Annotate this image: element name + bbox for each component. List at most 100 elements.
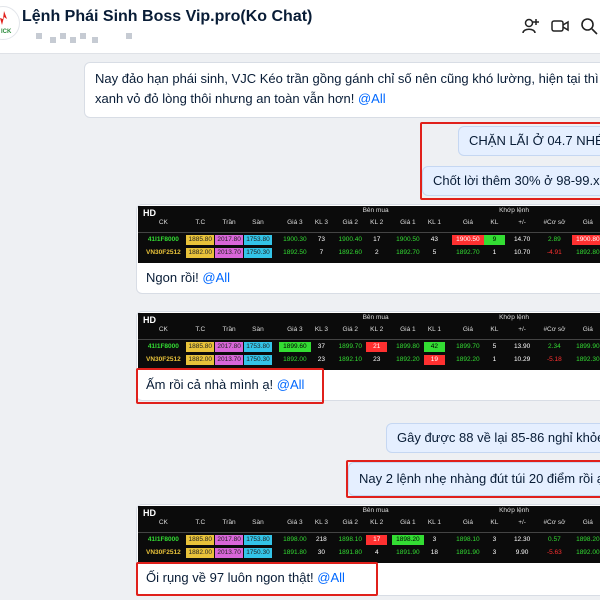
board-cell-gia: 1892.20 bbox=[456, 356, 480, 363]
mention-link[interactable]: @All bbox=[358, 91, 386, 106]
board-cell-tc: 1882.00 bbox=[186, 248, 215, 258]
add-member-icon[interactable] bbox=[521, 16, 541, 36]
price-board[interactable]: HD Bên mua Khớp lệnh CK T.C Trần Sàn Giá 3 KL 3 G… bbox=[138, 206, 600, 263]
board-cell-gia: 1900.50 bbox=[451, 235, 485, 245]
board-cell-kl2: 2 bbox=[374, 249, 379, 256]
board-cell-tran: 2013.70 bbox=[215, 355, 243, 365]
price-board[interactable]: HD Bên mua Khớp lệnh CK T.C Trần Sàn Giá 3 KL 3 G… bbox=[138, 506, 600, 563]
board-cell-gia: 1892.70 bbox=[456, 249, 480, 256]
chat-title[interactable]: Lệnh Phái Sinh Boss Vip.pro(Ko Chat) bbox=[22, 8, 312, 26]
board-col-header: T.C bbox=[195, 326, 206, 333]
board-cell-kl2: 17 bbox=[366, 535, 388, 545]
price-board[interactable]: HD Bên mua Khớp lệnh CK T.C Trần Sàn Giá 3 KL 3 G… bbox=[138, 313, 600, 370]
board-cell-gia: 1891.90 bbox=[456, 549, 480, 556]
board-group-match: Khớp lệnh bbox=[499, 207, 529, 214]
board-cell-gia2: 1892.10 bbox=[338, 356, 362, 363]
board-cell-pm: 10.29 bbox=[513, 356, 531, 363]
board-cell-kl1: 3 bbox=[432, 536, 437, 543]
board-cell-tc: 1885.80 bbox=[186, 535, 215, 545]
message-text: xanh vỏ đỏ lòng thôi nhưng an toàn vẫn h… bbox=[95, 91, 358, 106]
board-cell-gia2: 1891.80 bbox=[338, 549, 362, 556]
board-cell-kl3: 7 bbox=[319, 249, 324, 256]
board-col-header: T.C bbox=[195, 519, 206, 526]
board-col-header: Giá 1 bbox=[400, 219, 416, 226]
board-col-header: KL 3 bbox=[314, 326, 328, 333]
board-cell-kl: 5 bbox=[492, 343, 497, 350]
board-col-header: Sàn bbox=[252, 219, 264, 226]
board-cell-gia3: 1900.30 bbox=[283, 236, 307, 243]
board-cell-kl1: 18 bbox=[430, 549, 439, 556]
board-cell-gia1: 1900.50 bbox=[396, 236, 420, 243]
board-cell-ck: VN30F2512 bbox=[146, 549, 181, 556]
board-cell-san: 1753.80 bbox=[244, 342, 272, 352]
board-cell-kl3: 37 bbox=[317, 343, 325, 350]
board-cell-pm: 13.90 bbox=[513, 343, 531, 350]
highlight-box bbox=[136, 562, 378, 596]
board-cell-coso: 2.34 bbox=[548, 343, 561, 350]
board-col-header: Giá bbox=[582, 519, 593, 526]
board-col-header: CK bbox=[158, 219, 168, 226]
board-col-header: Giá bbox=[462, 219, 473, 226]
board-col-header: Giá 3 bbox=[287, 326, 303, 333]
message-bubble[interactable]: Nay đảo hạn phái sinh, VJC Kéo trần gồng… bbox=[84, 62, 600, 118]
board-cell-kl1: 42 bbox=[424, 342, 445, 352]
message-text: Chốt lời thêm 30% ở 98-99.x! bbox=[433, 173, 600, 188]
board-cell-pm: 14.70 bbox=[513, 236, 531, 243]
board-cell-gia_x: 1892.80 bbox=[576, 249, 600, 256]
board-col-header: Giá bbox=[462, 519, 473, 526]
logo-icon bbox=[0, 11, 7, 25]
board-cell-kl: 3 bbox=[492, 536, 497, 543]
board-col-header: Giá 1 bbox=[400, 519, 416, 526]
message-bubble[interactable]: Gây được 88 về lại 85-86 nghỉ khỏe! @ bbox=[386, 423, 600, 453]
board-col-header: KL 3 bbox=[314, 519, 328, 526]
board-col-header: Giá 2 bbox=[342, 519, 358, 526]
board-group-match: Khớp lệnh bbox=[499, 507, 529, 514]
board-col-header: CK bbox=[158, 519, 168, 526]
board-cell-tran: 2017.80 bbox=[215, 235, 243, 245]
board-col-header: Giá 2 bbox=[342, 326, 358, 333]
board-col-header: Giá 3 bbox=[287, 219, 303, 226]
board-col-header: Giá 2 bbox=[342, 219, 358, 226]
chat-header: ICK Lệnh Phái Sinh Boss Vip.pro(Ko Chat) bbox=[0, 0, 600, 54]
board-col-header: KL 2 bbox=[370, 519, 384, 526]
search-icon[interactable] bbox=[579, 16, 599, 36]
board-cell-san: 1753.80 bbox=[244, 535, 272, 545]
board-cell-kl: 3 bbox=[492, 549, 497, 556]
board-cell-san: 1753.80 bbox=[244, 235, 272, 245]
group-avatar[interactable]: ICK bbox=[0, 6, 20, 40]
board-col-header: KL 1 bbox=[427, 519, 441, 526]
video-call-icon[interactable] bbox=[550, 16, 570, 36]
board-col-header: Giá bbox=[462, 326, 473, 333]
board-hd-label: HD bbox=[143, 315, 156, 325]
board-cell-ck: VN30F2512 bbox=[146, 356, 181, 363]
mention-link[interactable]: @All bbox=[202, 270, 230, 285]
board-col-header: Giá bbox=[582, 326, 593, 333]
board-cell-gia1: 1892.20 bbox=[396, 356, 420, 363]
board-group-buy: Bên mua bbox=[362, 207, 389, 214]
board-cell-pm: 9.90 bbox=[515, 549, 529, 556]
board-cell-tc: 1885.80 bbox=[186, 235, 215, 245]
board-cell-kl: 1 bbox=[492, 356, 497, 363]
board-col-header: T.C bbox=[195, 219, 206, 226]
board-col-header: KL bbox=[490, 219, 499, 226]
board-divider bbox=[138, 232, 600, 233]
board-col-header: KL 2 bbox=[370, 326, 384, 333]
board-cell-kl1: 43 bbox=[430, 236, 439, 243]
highlight-box bbox=[346, 460, 600, 498]
board-group-buy: Bên mua bbox=[362, 507, 389, 514]
board-cell-pm: 10.70 bbox=[513, 249, 531, 256]
board-col-header: Trần bbox=[222, 326, 236, 333]
board-col-header: KL 2 bbox=[370, 219, 384, 226]
board-cell-tran: 2013.70 bbox=[215, 548, 243, 558]
board-cell-tran: 2013.70 bbox=[215, 248, 243, 258]
board-cell-gia_x: 1898.20 bbox=[576, 536, 600, 543]
board-cell-gia3: 1891.80 bbox=[283, 549, 307, 556]
board-cell-kl1: 5 bbox=[432, 249, 437, 256]
board-cell-san: 1750.30 bbox=[244, 548, 272, 558]
board-col-header: #Cơ sở bbox=[543, 219, 566, 226]
member-info-blurred bbox=[36, 33, 136, 43]
highlight-box bbox=[136, 368, 324, 404]
board-col-header: KL 1 bbox=[427, 219, 441, 226]
message-bubble[interactable]: Chốt lời thêm 30% ở 98-99.x! @ bbox=[422, 166, 600, 196]
board-col-header: KL 1 bbox=[427, 326, 441, 333]
